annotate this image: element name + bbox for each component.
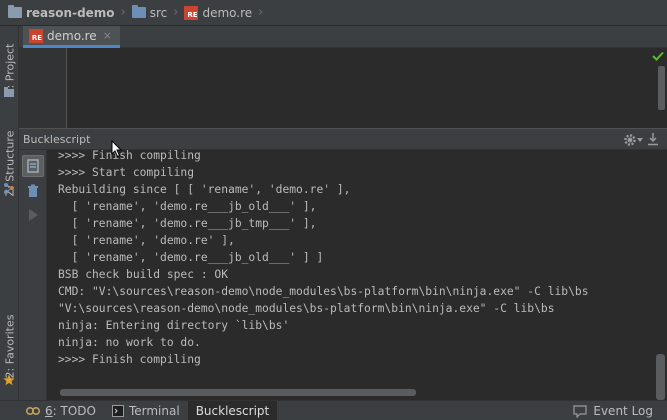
tab-bucklescript-label: Bucklescript xyxy=(195,403,270,418)
breadcrumb-project[interactable]: reason-demo xyxy=(4,0,119,26)
breadcrumb-separator: › xyxy=(173,5,179,20)
panel-toolbar xyxy=(19,150,47,400)
event-log-icon xyxy=(573,405,587,418)
vertical-scrollbar[interactable] xyxy=(656,354,665,400)
console-output[interactable]: >>>> Finish compiling >>>> Start compili… xyxy=(48,150,667,400)
breadcrumb: reason-demo › src › RE demo.re › xyxy=(0,0,667,26)
folder-icon xyxy=(131,5,146,18)
console-line: [ 'rename', 'demo.re___jb_tmp___' ], xyxy=(58,217,317,230)
reason-file-icon: RE xyxy=(29,28,43,43)
tab-label: demo.re xyxy=(47,28,97,43)
gear-icon[interactable] xyxy=(623,133,637,147)
chevron-down-icon[interactable] xyxy=(637,138,643,142)
console-line: CMD: "V:\sources\reason-demo\node_module… xyxy=(58,285,589,298)
console-line: [ 'rename', 'demo.re' ], xyxy=(58,234,235,247)
tab-bucklescript[interactable]: Bucklescript xyxy=(187,400,278,420)
tab-todo[interactable]: 6: TODO xyxy=(0,401,104,420)
console-line: >>>> Finish compiling xyxy=(58,150,201,162)
editor-gutter xyxy=(19,48,67,128)
console-line: Rebuilding since [ [ 'rename', 'demo.re'… xyxy=(58,183,351,196)
horizontal-scrollbar[interactable] xyxy=(60,389,416,396)
bottom-toolbar: 6: TODO Terminal Bucklescript Event Log xyxy=(0,400,667,420)
tab-terminal[interactable]: Terminal xyxy=(104,401,188,420)
tab-favorites-label: 2: Favorites xyxy=(3,314,17,378)
check-icon xyxy=(652,51,664,61)
run-icon xyxy=(29,209,38,221)
left-tool-strip: 1: Project Z: Structure 2: Favorites xyxy=(0,26,19,400)
close-icon[interactable]: × xyxy=(103,29,112,42)
console-line: [ 'rename', 'demo.re___jb_old___' ] ] xyxy=(58,251,324,264)
hide-panel-icon[interactable] xyxy=(647,132,659,146)
console-line: [ 'rename', 'demo.re___jb_old___' ], xyxy=(58,200,317,213)
terminal-icon xyxy=(111,404,124,417)
rerun-button[interactable] xyxy=(22,155,44,177)
folder-icon xyxy=(8,5,22,18)
todo-icon xyxy=(26,406,40,415)
console-line: "V:\sources\reason-demo\node_modules\bs-… xyxy=(58,302,555,315)
breadcrumb-file-label: demo.re xyxy=(202,5,253,20)
tab-terminal-label: Terminal xyxy=(128,403,180,418)
console-line: ninja: no work to do. xyxy=(58,336,201,349)
star-icon xyxy=(3,374,15,386)
breadcrumb-project-label: reason-demo xyxy=(26,5,115,20)
breadcrumb-folder-label: src xyxy=(149,5,168,20)
tab-todo-shortcut: 6 xyxy=(45,403,53,418)
project-icon xyxy=(4,87,14,97)
editor-scrollbar[interactable] xyxy=(658,66,665,110)
event-log-button[interactable]: Event Log xyxy=(572,401,653,420)
breadcrumb-separator: › xyxy=(258,5,264,20)
tab-demo-re[interactable]: RE demo.re × xyxy=(23,26,120,48)
rerun-icon xyxy=(27,159,39,173)
breadcrumb-folder[interactable]: src xyxy=(128,0,172,26)
event-log-label: Event Log xyxy=(593,404,653,418)
editor-tabs: RE demo.re × xyxy=(19,26,667,48)
reason-file-icon: RE xyxy=(184,5,199,20)
breadcrumb-separator: › xyxy=(120,5,126,20)
tab-todo-label: : TODO xyxy=(52,403,96,418)
mouse-cursor-icon xyxy=(111,140,123,158)
console-line: ninja: Entering directory `lib\bs' xyxy=(58,319,290,332)
structure-icon xyxy=(4,183,14,194)
console-line: >>>> Start compiling xyxy=(58,166,195,179)
console-line: BSB check build spec : OK xyxy=(58,268,229,281)
code-editor[interactable] xyxy=(19,48,667,128)
breadcrumb-file[interactable]: RE demo.re xyxy=(180,0,256,26)
clear-button[interactable] xyxy=(22,180,44,202)
run-button[interactable] xyxy=(22,204,44,226)
panel-title: Bucklescript xyxy=(23,132,91,146)
trash-icon xyxy=(28,184,38,197)
console-line: >>>> Finish compiling xyxy=(58,353,201,366)
